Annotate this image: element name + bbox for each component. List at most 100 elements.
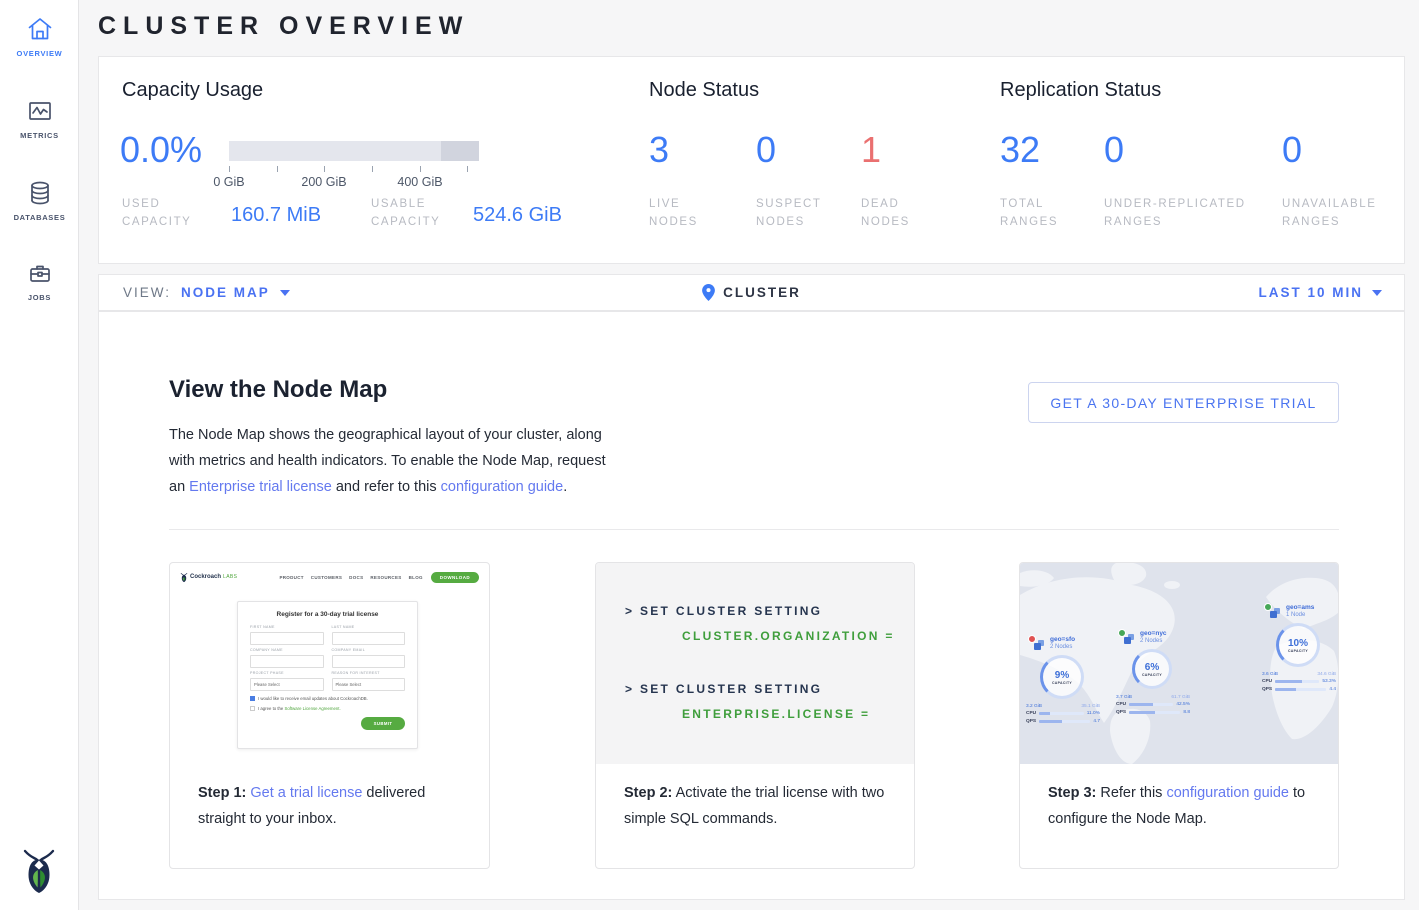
node-map-heading: View the Node Map [169, 376, 387, 404]
total-ranges-value: 32 [1000, 129, 1040, 171]
capacity-bar-chart [229, 141, 479, 161]
cluster-summary-panel: Capacity Usage 0.0% 0 GiB 200 GiB 400 Gi… [98, 56, 1405, 264]
field-label: COMPANY NAME [250, 648, 324, 652]
node-map-panel: View the Node Map The Node Map shows the… [98, 311, 1405, 900]
mini-site-nav: PRODUCT CUSTOMERS DOCS RESOURCES BLOG [279, 575, 422, 580]
sidebar-item-label: OVERVIEW [0, 49, 79, 58]
form-title: Register for a 30-day trial license [250, 611, 405, 618]
field-label: COMPANY EMAIL [332, 648, 406, 652]
field-label: LAST NAME [332, 625, 406, 629]
field-label: FIRST NAME [250, 625, 324, 629]
view-bar: VIEW: NODE MAP CLUSTER LAST 10 MIN [98, 274, 1405, 311]
sidebar-item-metrics[interactable]: METRICS [0, 96, 79, 140]
sql-setting: ENTERPRISE.LICENSE = [682, 707, 870, 721]
sql-command: > SET CLUSTER SETTING [625, 604, 822, 618]
region-node-count: 2 Nodes [1140, 638, 1162, 644]
page-title: CLUSTER OVERVIEW [98, 12, 469, 41]
world-map: geo=sfo 2 Nodes 9% CAPACITY 3.2 GiB35.1 … [1020, 563, 1338, 764]
capacity-bar-usable-segment [229, 141, 441, 161]
nav-item: RESOURCES [370, 575, 401, 580]
region-name: geo=nyc [1140, 630, 1167, 637]
text-field [250, 655, 324, 668]
step-3-card: geo=sfo 2 Nodes 9% CAPACITY 3.2 GiB35.1 … [1019, 562, 1339, 869]
region-name: geo=sfo [1050, 636, 1075, 643]
suspect-nodes-value: 0 [756, 129, 776, 171]
text-field [332, 655, 406, 668]
field-label: REASON FOR INTEREST [332, 671, 406, 675]
metrics-icon [25, 96, 55, 126]
sidebar: OVERVIEW METRICS DATABASES JOBS [0, 0, 79, 910]
cockroach-labs-logo: Cockroach LABS [180, 572, 237, 583]
section-divider [169, 529, 1339, 530]
home-icon [25, 14, 55, 44]
node-cube-icon [1123, 633, 1136, 646]
dead-nodes-label: DEAD NODES [861, 195, 946, 231]
step-3-caption: Step 3: Refer this configuration guide t… [1020, 764, 1338, 832]
capacity-gauge: 9% CAPACITY [1040, 655, 1084, 699]
configuration-guide-link[interactable]: configuration guide [1166, 785, 1289, 801]
sidebar-item-label: DATABASES [0, 213, 79, 222]
under-replicated-ranges-value: 0 [1104, 129, 1124, 171]
axis-tick-label: 400 GiB [390, 175, 450, 189]
capacity-gauge: 6% CAPACITY [1132, 649, 1172, 689]
nav-item: CUSTOMERS [311, 575, 342, 580]
used-capacity-value: 160.7 MiB [231, 204, 321, 227]
checkbox-checked [250, 696, 255, 701]
axis-tick [467, 166, 468, 172]
download-pill: DOWNLOAD [431, 572, 479, 583]
capacity-usage-title: Capacity Usage [122, 79, 263, 102]
replication-status-title: Replication Status [1000, 79, 1161, 102]
sidebar-item-databases[interactable]: DATABASES [0, 178, 79, 222]
brand-suffix: LABS [223, 574, 237, 580]
database-icon [25, 178, 55, 208]
map-region-nyc: geo=nyc 2 Nodes 6% CAPACITY 3.7 GiB61.7 … [1116, 621, 1194, 751]
code-block: > SET CLUSTER SETTING CLUSTER.ORGANIZATI… [596, 563, 914, 764]
axis-tick [420, 166, 421, 172]
under-replicated-ranges-label: UNDER-REPLICATED RANGES [1104, 195, 1264, 231]
text-field [250, 632, 324, 645]
time-range-label[interactable]: LAST 10 MIN [1258, 285, 1363, 300]
region-node-count: 2 Nodes [1050, 644, 1072, 650]
select-field: Please Select [250, 678, 324, 691]
axis-tick-label: 0 GiB [204, 175, 254, 189]
select-field: Please Select [332, 678, 406, 691]
suspect-nodes-label: SUSPECT NODES [756, 195, 841, 231]
capacity-bar-other-segment [441, 141, 479, 161]
dead-nodes-value: 1 [861, 129, 881, 171]
total-ranges-label: TOTAL RANGES [1000, 195, 1085, 231]
description-text: . [563, 479, 567, 495]
usable-capacity-value: 524.6 GiB [473, 204, 562, 227]
chevron-down-icon[interactable] [1372, 290, 1382, 296]
axis-tick [277, 166, 278, 172]
sidebar-item-jobs[interactable]: JOBS [0, 258, 79, 302]
briefcase-icon [25, 258, 55, 288]
step-1-caption: Step 1: Get a trial license delivered st… [170, 764, 489, 832]
checkbox-unchecked [250, 706, 255, 711]
checkbox-label: I agree to the Software License Agreemen… [258, 706, 341, 711]
unavailable-ranges-value: 0 [1282, 129, 1302, 171]
nav-item: PRODUCT [279, 575, 303, 580]
capacity-gauge: 10% CAPACITY [1276, 623, 1320, 667]
sidebar-item-overview[interactable]: OVERVIEW [0, 14, 79, 58]
time-range-selector[interactable]: LAST 10 MIN [1258, 275, 1382, 310]
axis-tick-label: 200 GiB [294, 175, 354, 189]
sql-command: > SET CLUSTER SETTING [625, 682, 822, 696]
capacity-used-percent: 0.0% [120, 129, 202, 171]
node-status-title: Node Status [649, 79, 759, 102]
field-label: PROJECT PHASE [250, 671, 324, 675]
enterprise-trial-license-link[interactable]: Enterprise trial license [189, 479, 332, 495]
axis-tick [229, 166, 230, 172]
live-nodes-value: 3 [649, 129, 669, 171]
trial-registration-screenshot: Cockroach LABS PRODUCT CUSTOMERS DOCS RE… [170, 563, 489, 764]
step-label: Step 2: [624, 785, 672, 801]
map-pin-icon [702, 284, 715, 301]
configuration-guide-link[interactable]: configuration guide [441, 479, 564, 495]
map-region-ams: geo=ams 1 Node 10% CAPACITY 3.6 GiB34.6 … [1262, 595, 1338, 725]
axis-tick [372, 166, 373, 172]
node-cube-icon [1269, 607, 1282, 620]
cockroachdb-logo [20, 847, 58, 900]
usable-capacity-label: USABLE CAPACITY [371, 195, 461, 231]
enterprise-trial-button[interactable]: GET A 30-DAY ENTERPRISE TRIAL [1028, 382, 1339, 423]
trial-registration-form: Register for a 30-day trial license FIRS… [237, 601, 418, 749]
get-trial-license-link[interactable]: Get a trial license [250, 785, 362, 801]
